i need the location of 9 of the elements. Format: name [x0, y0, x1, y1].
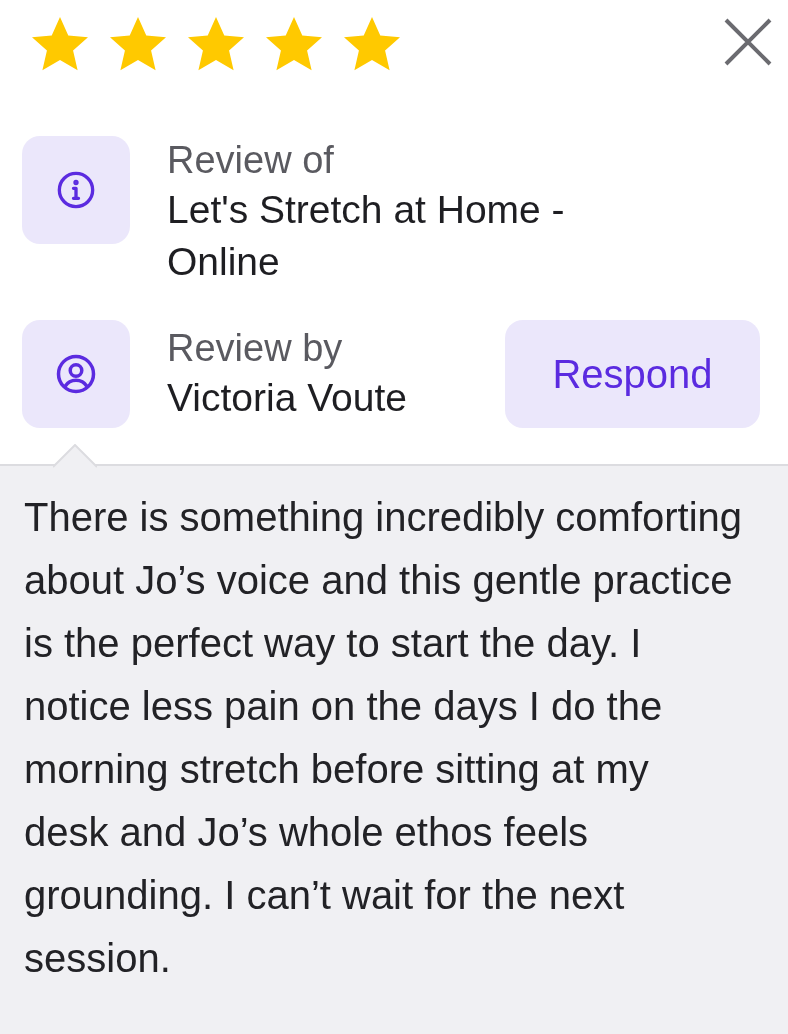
course-title: Let's Stretch at Home - Online: [167, 187, 566, 285]
review-by-label: Review by: [167, 326, 344, 371]
review-of-label: Review of: [167, 138, 335, 183]
user-icon: [55, 353, 97, 395]
info-icon: [56, 170, 96, 210]
review-text: There is something incredibly comforting about Jo’s voice and this gentle practice is the perfect way to start the day. I notice less pain on the days I do the morning stretch before sitting at my desk and Jo’s whole ethos feels grounding. I can’t wait for the next session.: [24, 494, 744, 982]
reviewer-name: Victoria Voute: [167, 375, 408, 421]
close-icon: [723, 17, 773, 67]
respond-button[interactable]: Respond: [505, 320, 760, 428]
